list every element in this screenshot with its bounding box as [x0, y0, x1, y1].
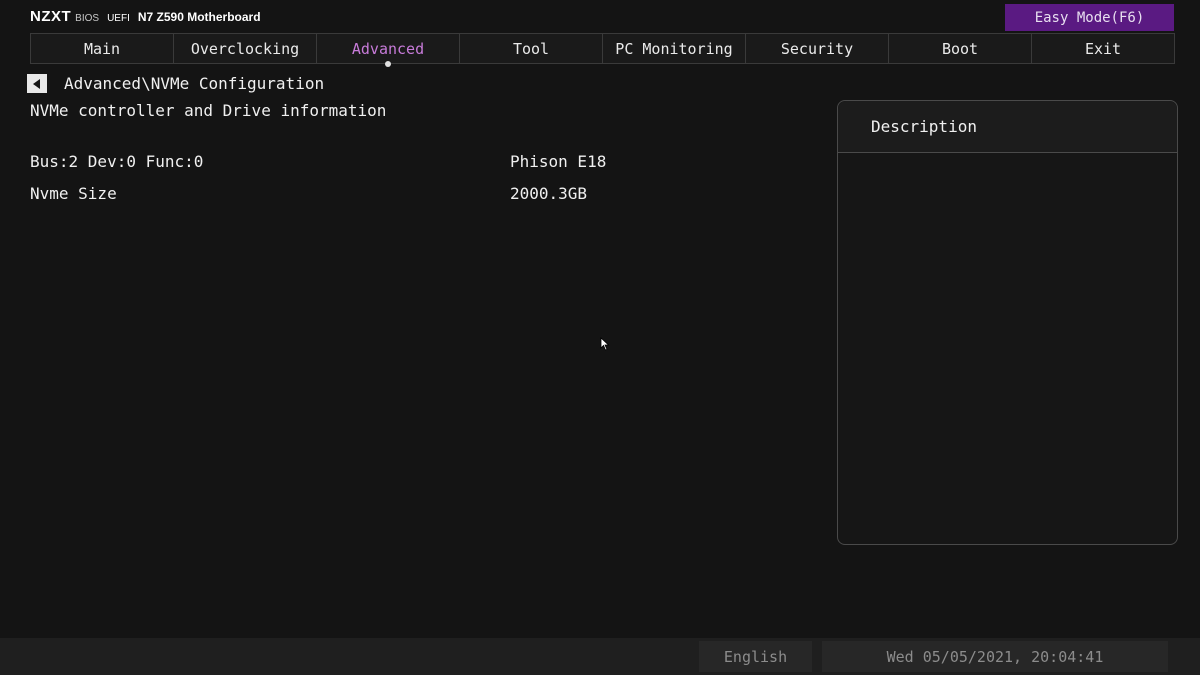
tab-main[interactable]: Main	[31, 34, 174, 63]
nvme-size-value: 2000.3GB	[510, 184, 588, 203]
back-arrow-icon	[33, 78, 40, 89]
section-title: NVMe controller and Drive information	[30, 101, 387, 120]
back-button[interactable]	[27, 74, 47, 93]
tab-boot[interactable]: Boot	[889, 34, 1032, 63]
tab-advanced[interactable]: Advanced	[317, 34, 460, 67]
motherboard-model: N7 Z590 Motherboard	[137, 10, 261, 24]
tab-overclocking[interactable]: Overclocking	[174, 34, 317, 63]
language-selector[interactable]: English	[699, 641, 812, 672]
tab-exit[interactable]: Exit	[1032, 34, 1174, 63]
nzxt-logo: NZXT	[30, 8, 72, 25]
bios-label: BIOS	[75, 13, 100, 24]
tab-pc-monitoring[interactable]: PC Monitoring	[603, 34, 746, 63]
bus-info-label: Bus:2 Dev:0 Func:0	[30, 152, 204, 171]
main-tabs: Main Overclocking Advanced Tool PC Monit…	[30, 33, 1175, 67]
tab-security[interactable]: Security	[746, 34, 889, 63]
description-panel: Description	[837, 100, 1178, 545]
uefi-label: UEFI	[107, 13, 130, 24]
brand: NZXT BIOS UEFI N7 Z590 Motherboard	[30, 8, 261, 26]
date-time-display: Wed 05/05/2021, 20:04:41	[822, 641, 1168, 672]
easy-mode-button[interactable]: Easy Mode(F6)	[1005, 4, 1174, 31]
mouse-pointer-icon	[600, 337, 610, 351]
nvme-size-label: Nvme Size	[30, 184, 117, 203]
description-title: Description	[838, 101, 1177, 153]
controller-name-value: Phison E18	[510, 152, 607, 171]
breadcrumb: Advanced\NVMe Configuration	[64, 74, 325, 93]
tab-tool[interactable]: Tool	[460, 34, 603, 63]
